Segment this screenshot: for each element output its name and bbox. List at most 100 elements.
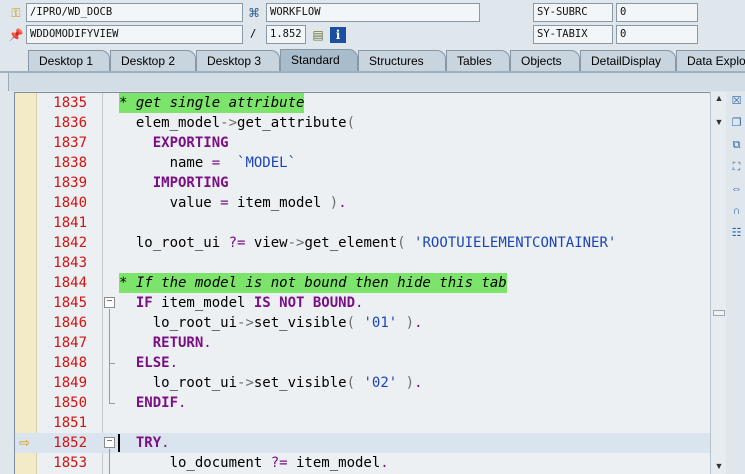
- tab-desktop-1[interactable]: Desktop 1: [28, 50, 110, 72]
- fold-toggle-icon[interactable]: −: [104, 297, 115, 308]
- line-number: 1836: [53, 115, 87, 131]
- vertical-scrollbar[interactable]: ▲ ▼ ▼: [710, 92, 726, 474]
- line-number: 1851: [53, 415, 87, 431]
- source-code-editor[interactable]: 1835 * get single attribute 1836 elem_mo…: [14, 92, 710, 474]
- code-text: IF item_model IS NOT BOUND.: [135, 295, 364, 311]
- line-number: 1849: [53, 375, 87, 391]
- info-icon[interactable]: i: [330, 27, 346, 43]
- code-line[interactable]: 1836 elem_model->get_attribute(: [15, 113, 710, 133]
- tab-tables[interactable]: Tables: [446, 50, 510, 72]
- info-row-program: ⚿ /IPRO/WD_DOCB ⌘ WORKFLOW SY-SUBRC 0: [0, 3, 745, 23]
- line-number: 1847: [53, 335, 87, 351]
- line-separator: /: [250, 28, 257, 40]
- desktop-tabstrip: Desktop 1 Desktop 2 Desktop 3 Standard S…: [0, 46, 745, 73]
- code-line[interactable]: 1850 ENDIF.: [15, 393, 710, 413]
- close-icon[interactable]: ☒: [729, 94, 744, 109]
- tab-structures[interactable]: Structures: [358, 50, 446, 72]
- code-line[interactable]: 1842 lo_root_ui ?= view->get_element( 'R…: [15, 233, 710, 253]
- resize-icon[interactable]: ⇔: [729, 182, 744, 197]
- code-line[interactable]: 1845 IF item_model IS NOT BOUND.: [15, 293, 710, 313]
- line-number: 1844: [53, 275, 87, 291]
- code-text: lo_root_ui ?= view->get_element( 'ROOTUI…: [119, 235, 617, 251]
- code-text: EXPORTING: [152, 135, 229, 151]
- fold-guide: [109, 449, 110, 474]
- sy-field-value-2[interactable]: 0: [616, 25, 698, 44]
- sy-field-name-2[interactable]: SY-TABIX: [533, 25, 613, 44]
- fold-guide: [109, 309, 110, 404]
- code-line[interactable]: 1839 IMPORTING: [15, 173, 710, 193]
- fold-toggle-icon[interactable]: −: [104, 437, 115, 448]
- line-number: 1841: [53, 215, 87, 231]
- code-line[interactable]: 1846 lo_root_ui->set_visible( '01' ).: [15, 313, 710, 333]
- line-number: 1839: [53, 175, 87, 191]
- tool-settings-icon[interactable]: ☷: [729, 226, 744, 241]
- line-number: 1838: [53, 155, 87, 171]
- scroll-thumb[interactable]: [713, 310, 725, 316]
- maximize-icon[interactable]: ⛶: [729, 160, 744, 175]
- tab-detail-display[interactable]: DetailDisplay: [580, 50, 676, 72]
- line-number: 1842: [53, 235, 87, 251]
- fold-guide: [109, 363, 115, 364]
- services-icon[interactable]: ∩: [729, 204, 744, 219]
- comment-line: * get single attribute: [119, 93, 305, 113]
- scroll-down-icon[interactable]: ▼: [713, 460, 725, 472]
- tab-desktop-2[interactable]: Desktop 2: [110, 50, 196, 72]
- code-text: ELSE.: [135, 355, 179, 371]
- code-text: lo_root_ui->set_visible( '02' ).: [119, 375, 423, 391]
- line-number-field[interactable]: 1.852: [266, 25, 306, 44]
- code-line-current[interactable]: ⇨ 1852 TRY.: [15, 433, 710, 453]
- tab-objects[interactable]: Objects: [510, 50, 580, 72]
- new-tool-icon[interactable]: ❐: [729, 116, 744, 131]
- tab-desktop-3[interactable]: Desktop 3: [196, 50, 280, 72]
- swap-tool-icon[interactable]: ⧉: [729, 138, 744, 153]
- code-line[interactable]: 1840 value = item_model ).: [15, 193, 710, 213]
- code-text: RETURN.: [152, 335, 212, 351]
- code-line[interactable]: 1837 EXPORTING: [15, 133, 710, 153]
- include-field[interactable]: WDDOMODIFYVIEW: [26, 25, 243, 44]
- code-line[interactable]: 1841: [15, 213, 710, 233]
- code-line[interactable]: 1848 ELSE.: [15, 353, 710, 373]
- line-number: 1835: [53, 95, 87, 111]
- code-line[interactable]: 1838 name = `MODEL`: [15, 153, 710, 173]
- info-row-include: 📌 WDDOMODIFYVIEW / 1.852 ▤ i SY-TABIX 0: [0, 25, 745, 45]
- code-line[interactable]: 1843: [15, 253, 710, 273]
- debugger-info-panel: ⚿ /IPRO/WD_DOCB ⌘ WORKFLOW SY-SUBRC 0 📌 …: [0, 0, 745, 46]
- pin-icon: 📌: [8, 28, 24, 42]
- scroll-down-page-icon[interactable]: ▼: [713, 116, 725, 128]
- editor-side-toolbar: ☒ ❐ ⧉ ⛶ ⇔ ∩ ☷: [726, 92, 745, 474]
- code-text: ENDIF.: [135, 395, 187, 411]
- line-number: 1837: [53, 135, 87, 151]
- code-line[interactable]: 1853 lo_document ?= item_model.: [15, 453, 710, 473]
- code-line[interactable]: 1847 RETURN.: [15, 333, 710, 353]
- line-number: 1843: [53, 255, 87, 271]
- code-line[interactable]: 1835 * get single attribute: [15, 93, 710, 113]
- line-number: 1850: [53, 395, 87, 411]
- program-icon: ⚿: [11, 5, 21, 20]
- code-text: lo_document ?= item_model.: [119, 455, 389, 471]
- event-field[interactable]: WORKFLOW: [266, 3, 480, 22]
- sy-field-name-1[interactable]: SY-SUBRC: [533, 3, 613, 22]
- fold-guide: [109, 403, 115, 404]
- code-text: name = `MODEL`: [119, 155, 297, 171]
- scroll-up-icon[interactable]: ▲: [713, 92, 725, 104]
- code-line[interactable]: 1851: [15, 413, 710, 433]
- tab-data-explorer[interactable]: Data Explor: [676, 50, 745, 72]
- line-number: 1840: [53, 195, 87, 211]
- source-icon[interactable]: ▤: [310, 27, 326, 43]
- workflow-icon: ⌘: [248, 6, 260, 20]
- code-line[interactable]: 1849 lo_root_ui->set_visible( '02' ).: [15, 373, 710, 393]
- code-text: TRY.: [135, 435, 170, 451]
- sy-field-value-1[interactable]: 0: [616, 3, 698, 22]
- tab-standard[interactable]: Standard: [280, 49, 358, 73]
- line-number: 1848: [53, 355, 87, 371]
- line-number: 1845: [53, 295, 87, 311]
- line-number: 1852: [53, 435, 87, 451]
- comment-line: * If the model is not bound then hide th…: [119, 273, 507, 293]
- code-text: IMPORTING: [152, 175, 229, 191]
- line-number: 1846: [53, 315, 87, 331]
- code-text: value = item_model ).: [119, 195, 347, 211]
- code-line[interactable]: 1844 * If the model is not bound then hi…: [15, 273, 710, 293]
- line-number: 1853: [53, 455, 87, 471]
- program-field[interactable]: /IPRO/WD_DOCB: [26, 3, 243, 22]
- editor-toolbar-area: [8, 73, 745, 91]
